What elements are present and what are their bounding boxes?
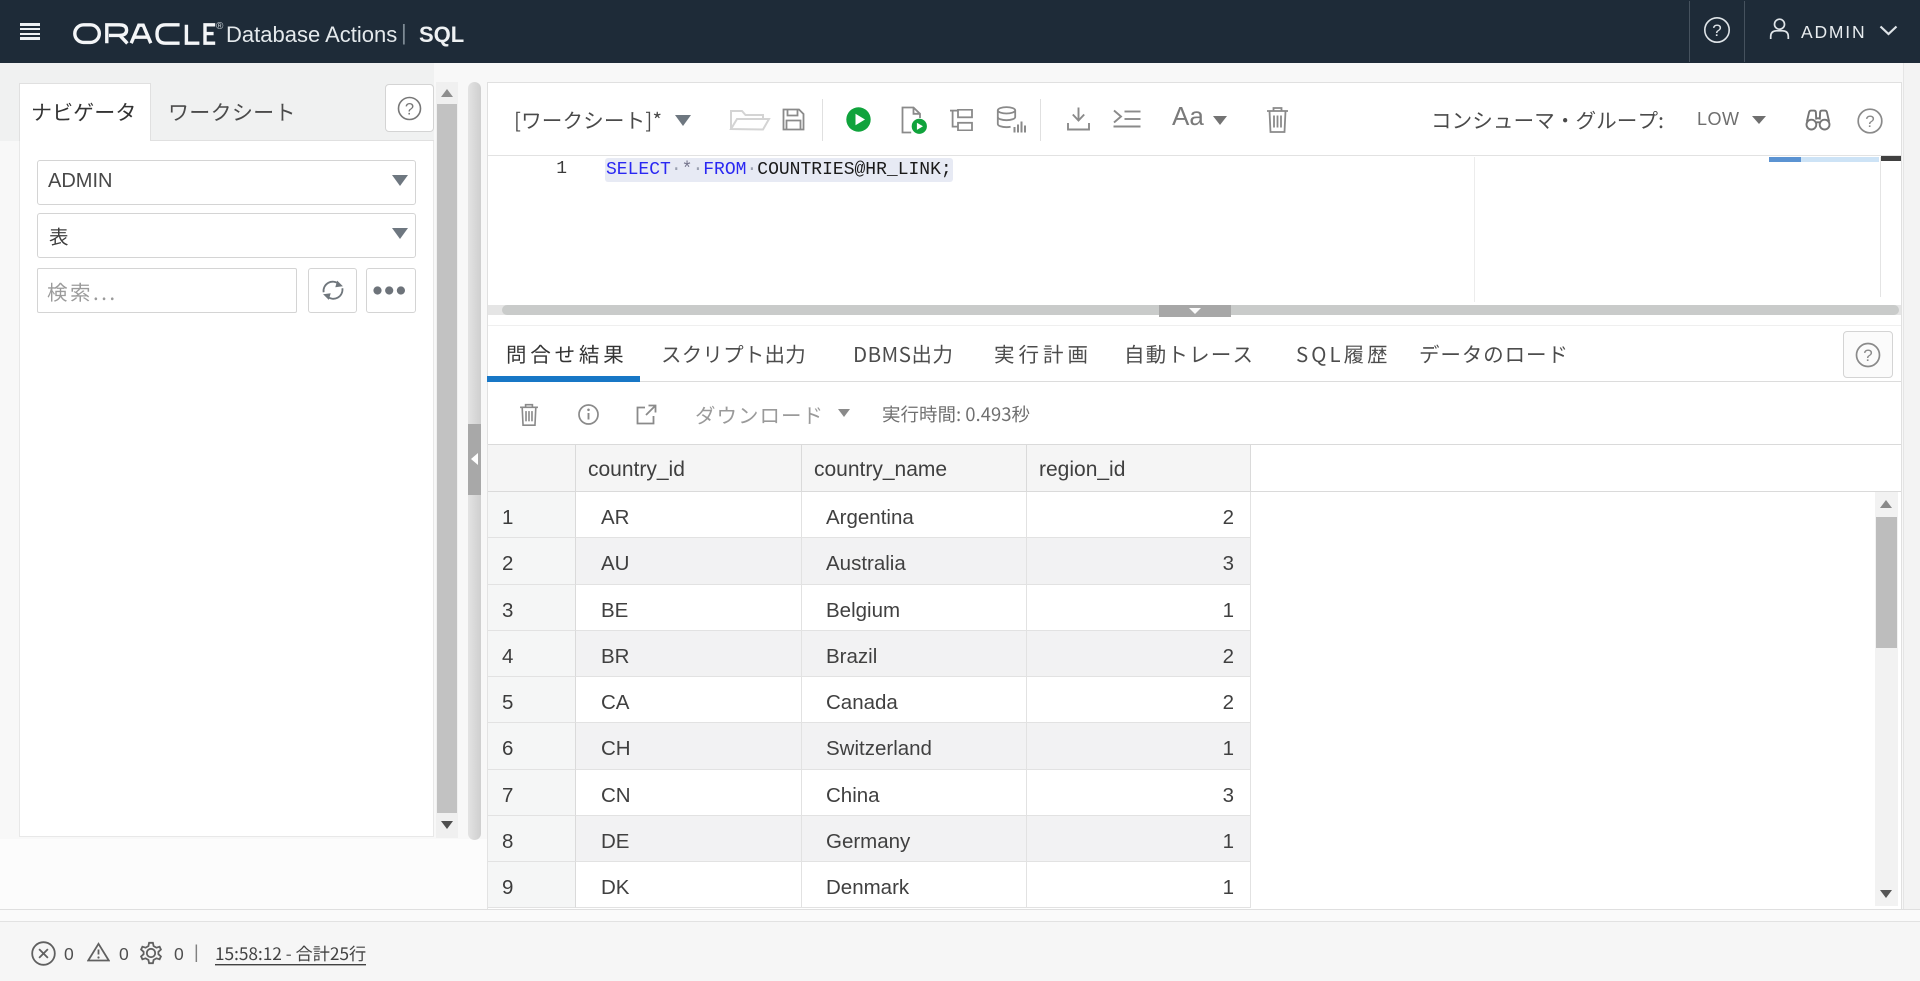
svg-text:?: ? bbox=[1863, 346, 1872, 365]
svg-text:?: ? bbox=[1865, 112, 1874, 131]
svg-text:?: ? bbox=[1712, 21, 1721, 40]
svg-text:?: ? bbox=[405, 100, 414, 118]
